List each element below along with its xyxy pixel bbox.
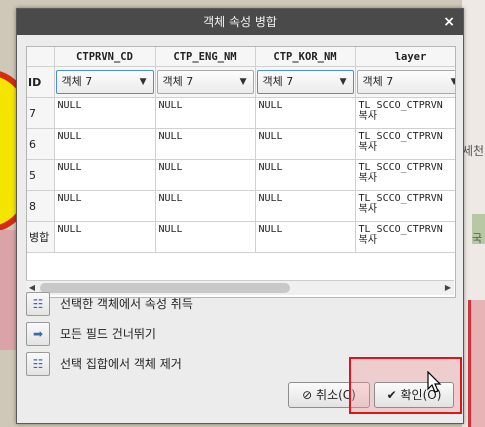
chevron-down-icon: ▼ <box>339 77 347 87</box>
row-id: 6 <box>27 128 55 160</box>
close-icon[interactable]: × <box>443 9 455 35</box>
column-header[interactable]: CTP_KOR_NM <box>255 47 356 67</box>
table-cell[interactable]: NULL <box>54 128 156 160</box>
window-title: 객체 속성 병합 <box>203 15 277 29</box>
table-row[interactable]: 5 NULL NULL NULL TL_SCCO_CTPRVN 복사 <box>27 159 455 191</box>
table-cell[interactable]: NULL <box>255 97 356 129</box>
table-cell[interactable]: NULL <box>155 128 256 160</box>
row-id: 병합 <box>27 221 55 253</box>
column-header[interactable]: CTP_ENG_NM <box>155 47 256 67</box>
remove-from-selection-button[interactable]: ☷ 선택 집합에서 객체 제거 <box>26 352 326 376</box>
table-cell[interactable]: NULL <box>255 221 356 253</box>
table-row[interactable]: 병합 NULL NULL NULL TL_SCCO_CTPRVN 복사 <box>27 221 455 253</box>
cancel-icon: ⊘ <box>302 388 313 402</box>
skip-all-fields-button[interactable]: ➡ 모든 필드 건너뛰기 <box>26 322 326 346</box>
arrow-right-icon[interactable]: ➡ <box>26 322 50 346</box>
select-value: 객체 7 <box>362 75 394 88</box>
table-cell[interactable]: NULL <box>54 221 156 253</box>
action-label: 선택 집합에서 객체 제거 <box>60 357 182 371</box>
map-feature-red <box>468 300 485 427</box>
table-cell[interactable]: NULL <box>54 159 156 191</box>
chevron-down-icon: ▼ <box>139 77 147 87</box>
scroll-right-icon[interactable]: ▶ <box>442 281 454 295</box>
row-id: 8 <box>27 190 55 222</box>
merge-source-select[interactable]: 객체 7 ▼ <box>156 70 254 94</box>
table-cell[interactable]: NULL <box>54 97 156 129</box>
table-cell[interactable]: NULL <box>155 159 256 191</box>
mouse-cursor-icon <box>427 371 442 393</box>
map-label: 세천 <box>462 144 485 158</box>
table-row[interactable]: 7 NULL NULL NULL TL_SCCO_CTPRVN 복사 <box>27 97 455 129</box>
remove-selection-icon[interactable]: ☷ <box>26 352 50 376</box>
table-cell[interactable]: NULL <box>255 159 356 191</box>
corner-header <box>27 47 55 67</box>
select-value: 객체 7 <box>162 75 194 88</box>
chevron-down-icon: ▼ <box>239 77 247 87</box>
table-cell[interactable]: TL_SCCO_CTPRVN 복사 <box>355 159 455 191</box>
check-icon: ✔ <box>386 388 397 402</box>
column-header[interactable]: layer <box>355 47 455 67</box>
action-label: 선택한 객체에서 속성 취득 <box>60 297 193 311</box>
table-cell[interactable]: NULL <box>155 97 256 129</box>
take-attributes-from-selected-button[interactable]: ☷ 선택한 객체에서 속성 취득 <box>26 292 326 316</box>
row-id: 7 <box>27 97 55 129</box>
table-cell[interactable]: NULL <box>155 221 256 253</box>
table-cell[interactable]: NULL <box>255 128 356 160</box>
table-cell[interactable]: TL_SCCO_CTPRVN 복사 <box>355 190 455 222</box>
table-icon[interactable]: ☷ <box>26 292 50 316</box>
table-cell[interactable]: NULL <box>255 190 356 222</box>
select-value: 객체 7 <box>262 75 294 88</box>
id-header: ID <box>27 66 55 98</box>
table-row[interactable]: 8 NULL NULL NULL TL_SCCO_CTPRVN 복사 <box>27 190 455 222</box>
map-label: 국 <box>472 232 483 245</box>
merge-source-select[interactable]: 객체 7 ▼ <box>55 70 154 94</box>
select-value: 객체 7 <box>61 75 93 88</box>
column-header[interactable]: CTPRVN_CD <box>54 47 156 67</box>
table-cell[interactable]: NULL <box>54 190 156 222</box>
table-cell[interactable]: TL_SCCO_CTPRVN 복사 <box>355 97 455 129</box>
table-row[interactable]: 6 NULL NULL NULL TL_SCCO_CTPRVN 복사 <box>27 128 455 160</box>
chevron-down-icon: ▼ <box>451 71 455 93</box>
table-cell[interactable]: TL_SCCO_CTPRVN 복사 <box>355 221 455 253</box>
table-cell[interactable]: NULL <box>155 190 256 222</box>
merge-source-select[interactable]: 객체 7 ▼ <box>256 70 354 94</box>
row-id: 5 <box>27 159 55 191</box>
attribute-table[interactable]: CTPRVN_CD CTP_ENG_NM CTP_KOR_NM layer ID… <box>26 46 456 298</box>
table-cell[interactable]: TL_SCCO_CTPRVN 복사 <box>355 128 455 160</box>
action-label: 모든 필드 건너뛰기 <box>60 327 156 341</box>
title-bar: 객체 속성 병합 × <box>17 9 463 35</box>
merge-source-select[interactable]: 객체 7 ▼ <box>356 70 455 94</box>
